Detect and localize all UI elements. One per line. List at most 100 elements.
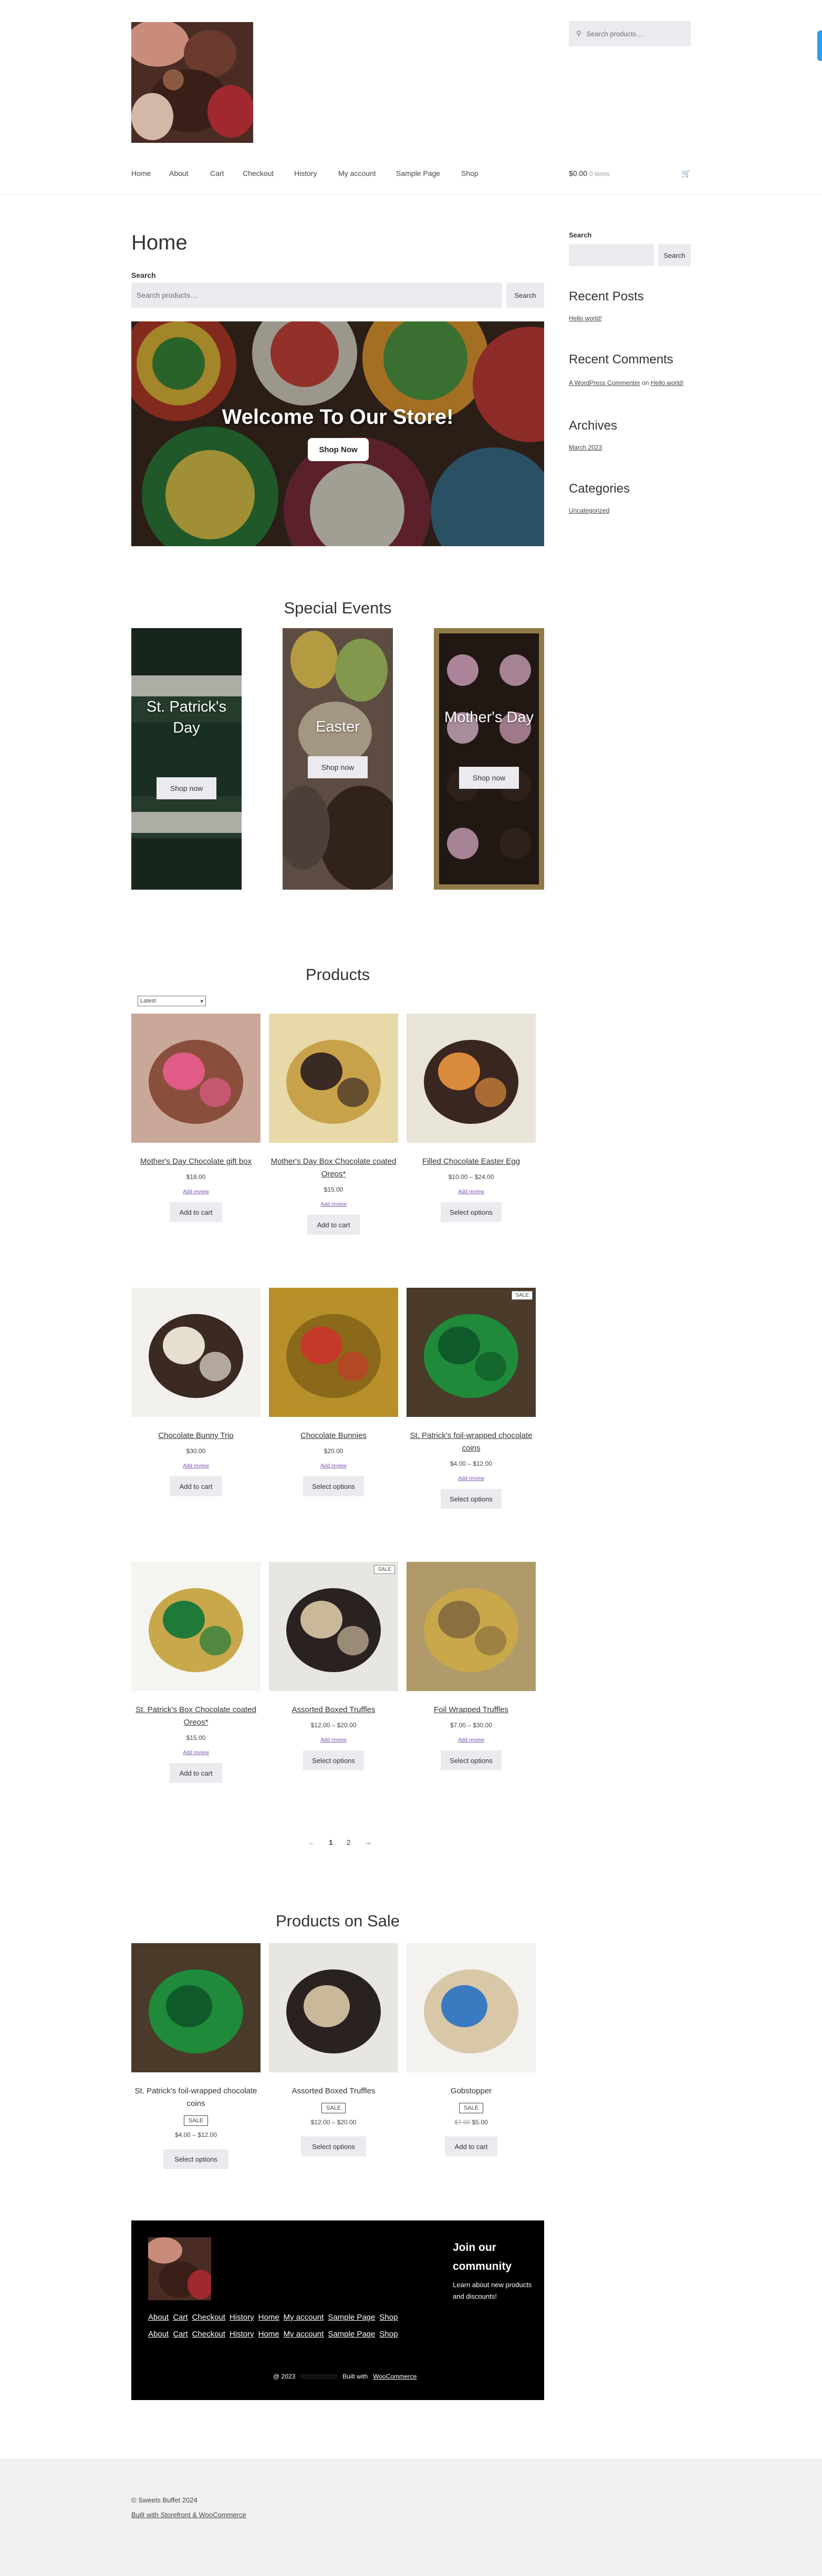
site-logo[interactable] bbox=[131, 22, 253, 143]
sale-product-card[interactable]: St. Patrick's foil-wrapped chocolate coi… bbox=[131, 1943, 261, 2169]
woocommerce-link[interactable]: WooCommerce bbox=[373, 2373, 417, 2380]
event-card-st-patricks[interactable]: St. Patrick's Day Shop now bbox=[131, 628, 242, 890]
add-review-link[interactable]: Add review bbox=[407, 1737, 536, 1743]
product-card[interactable]: Mother's Day Chocolate gift box $18.00 A… bbox=[131, 1014, 261, 1222]
footer-link-sample-page[interactable]: Sample Page bbox=[328, 2313, 375, 2322]
pagination-next[interactable]: → bbox=[365, 1838, 372, 1847]
product-name[interactable]: St. Patrick's Box Chocolate coated Oreos… bbox=[131, 1704, 261, 1729]
event-card-mothers-day[interactable]: Mother's Day Shop now bbox=[434, 628, 544, 890]
add-review-link[interactable]: Add review bbox=[131, 1463, 261, 1469]
product-name[interactable]: Foil Wrapped Truffles bbox=[407, 1704, 536, 1716]
add-review-link[interactable]: Add review bbox=[131, 1750, 261, 1756]
sale-product-card[interactable]: Gobstopper SALE $7.00 $5.00 Add to cart bbox=[407, 1943, 536, 2156]
product-image[interactable] bbox=[131, 1943, 261, 2072]
product-name[interactable]: St. Patrick's foil-wrapped chocolate coi… bbox=[131, 2085, 261, 2110]
footer-logo[interactable] bbox=[148, 2237, 211, 2300]
nav-item-shop[interactable]: Shop bbox=[461, 169, 478, 178]
event-shop-button[interactable]: Shop now bbox=[459, 767, 519, 789]
product-name[interactable]: Filled Chocolate Easter Egg bbox=[407, 1155, 536, 1168]
nav-item-my-account[interactable]: My account bbox=[338, 169, 376, 178]
product-name[interactable]: Mother's Day Box Chocolate coated Oreos* bbox=[269, 1155, 398, 1181]
add-to-cart-button[interactable]: Add to cart bbox=[170, 1763, 222, 1783]
sort-select[interactable]: Latest ▾ bbox=[138, 996, 206, 1006]
comment-post-link[interactable]: Hello world! bbox=[651, 379, 684, 387]
product-name[interactable]: Mother's Day Chocolate gift box bbox=[131, 1155, 261, 1168]
footer-link-history[interactable]: History bbox=[230, 2313, 254, 2322]
product-card[interactable]: St. Patrick's Box Chocolate coated Oreos… bbox=[131, 1562, 261, 1783]
product-image[interactable] bbox=[131, 1562, 261, 1691]
add-review-link[interactable]: Add review bbox=[269, 1737, 398, 1743]
footer-link-checkout[interactable]: Checkout bbox=[192, 2313, 225, 2322]
footer-link-my-account[interactable]: My account bbox=[284, 2313, 324, 2322]
nav-item-cart[interactable]: Cart bbox=[210, 169, 224, 178]
footer-link-shop[interactable]: Shop bbox=[379, 2330, 398, 2339]
add-review-link[interactable]: Add review bbox=[269, 1463, 398, 1469]
add-to-cart-button[interactable]: Select options bbox=[163, 2149, 228, 2169]
search-input[interactable]: Search products… bbox=[131, 283, 502, 308]
footer-link-my-account[interactable]: My account bbox=[284, 2330, 324, 2339]
product-name[interactable]: Gobstopper bbox=[407, 2085, 536, 2098]
footer-link-sample-page[interactable]: Sample Page bbox=[328, 2330, 375, 2339]
product-image[interactable] bbox=[131, 1014, 261, 1143]
product-name[interactable]: St. Patrick's foil-wrapped chocolate coi… bbox=[407, 1430, 536, 1455]
footer-link-about[interactable]: About bbox=[148, 2313, 169, 2322]
add-to-cart-button[interactable]: Select options bbox=[441, 1202, 502, 1222]
feedback-tab[interactable] bbox=[817, 30, 822, 61]
category-link[interactable]: Uncategorized bbox=[569, 507, 609, 514]
footer-link-history[interactable]: History bbox=[230, 2330, 254, 2339]
product-card[interactable]: Foil Wrapped Truffles $7.00 – $30.00 Add… bbox=[407, 1562, 536, 1770]
event-shop-button[interactable]: Shop now bbox=[157, 777, 216, 799]
footer-link-cart[interactable]: Cart bbox=[173, 2313, 188, 2322]
nav-item-about[interactable]: About bbox=[169, 169, 189, 178]
add-to-cart-button[interactable]: Add to cart bbox=[170, 1476, 222, 1496]
product-card[interactable]: Chocolate Bunnies $20.00 Add review Sele… bbox=[269, 1288, 398, 1496]
add-to-cart-button[interactable]: Select options bbox=[441, 1489, 502, 1509]
add-to-cart-button[interactable]: Select options bbox=[303, 1750, 364, 1770]
product-card[interactable]: SALE Assorted Boxed Truffles $12.00 – $2… bbox=[269, 1562, 398, 1770]
pagination-page-1[interactable]: 1 bbox=[329, 1838, 333, 1847]
archive-link[interactable]: March 2023 bbox=[569, 444, 602, 451]
footer-link-shop[interactable]: Shop bbox=[379, 2313, 398, 2322]
nav-item-checkout[interactable]: Checkout bbox=[243, 169, 274, 178]
nav-item-sample-page[interactable]: Sample Page bbox=[396, 169, 440, 178]
comment-author-link[interactable]: A WordPress Commenter bbox=[569, 379, 640, 387]
pagination-prev[interactable]: ← bbox=[308, 1838, 315, 1847]
header-search-input[interactable]: ⚲ Search products… bbox=[569, 21, 691, 46]
product-name[interactable]: Assorted Boxed Truffles bbox=[269, 1704, 398, 1716]
add-to-cart-button[interactable]: Select options bbox=[303, 1476, 364, 1496]
product-image[interactable] bbox=[407, 1562, 536, 1691]
pagination-page-2[interactable]: 2 bbox=[347, 1838, 351, 1847]
product-image[interactable] bbox=[407, 1014, 536, 1143]
sidebar-search-input[interactable] bbox=[569, 244, 654, 266]
event-card-easter[interactable]: Easter Shop now bbox=[283, 628, 393, 890]
product-image[interactable] bbox=[131, 1288, 261, 1417]
storefront-credit-link[interactable]: Built with Storefront & WooCommerce bbox=[131, 2511, 246, 2519]
add-review-link[interactable]: Add review bbox=[407, 1476, 536, 1482]
product-card[interactable]: Chocolate Bunny Trio $30.00 Add review A… bbox=[131, 1288, 261, 1496]
product-image[interactable] bbox=[269, 1943, 398, 2072]
add-to-cart-button[interactable]: Select options bbox=[441, 1750, 502, 1770]
product-card[interactable]: Mother's Day Box Chocolate coated Oreos*… bbox=[269, 1014, 398, 1235]
footer-link-home[interactable]: Home bbox=[258, 2330, 279, 2339]
product-image[interactable] bbox=[269, 1014, 398, 1143]
footer-link-home[interactable]: Home bbox=[258, 2313, 279, 2322]
add-to-cart-button[interactable]: Add to cart bbox=[445, 2136, 497, 2156]
add-review-link[interactable]: Add review bbox=[131, 1189, 261, 1195]
search-button[interactable]: Search bbox=[506, 283, 544, 308]
product-image[interactable] bbox=[407, 1943, 536, 2072]
product-name[interactable]: Chocolate Bunny Trio bbox=[131, 1430, 261, 1442]
recent-post-link[interactable]: Hello world! bbox=[569, 315, 602, 322]
add-review-link[interactable]: Add review bbox=[269, 1202, 398, 1207]
product-name[interactable]: Assorted Boxed Truffles bbox=[269, 2085, 398, 2098]
add-to-cart-button[interactable]: Add to cart bbox=[170, 1202, 222, 1222]
footer-link-checkout[interactable]: Checkout bbox=[192, 2330, 225, 2339]
footer-link-cart[interactable]: Cart bbox=[173, 2330, 188, 2339]
add-to-cart-button[interactable]: Add to cart bbox=[307, 1215, 360, 1235]
sale-product-card[interactable]: Assorted Boxed Truffles SALE $12.00 – $2… bbox=[269, 1943, 398, 2156]
sidebar-search-button[interactable]: Search bbox=[658, 244, 691, 266]
product-card[interactable]: SALE St. Patrick's foil-wrapped chocolat… bbox=[407, 1288, 536, 1509]
product-image[interactable]: SALE bbox=[269, 1562, 398, 1691]
event-shop-button[interactable]: Shop now bbox=[308, 756, 368, 778]
product-name[interactable]: Chocolate Bunnies bbox=[269, 1430, 398, 1442]
add-review-link[interactable]: Add review bbox=[407, 1189, 536, 1195]
